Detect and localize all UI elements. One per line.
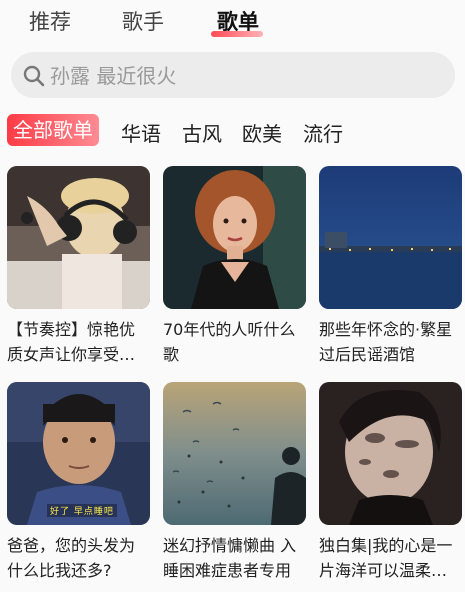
tab-singers[interactable]: 歌手 xyxy=(122,6,164,36)
playlist-card[interactable]: 好了 早点睡吧 爸爸，您的头发为什么比我还多? xyxy=(7,382,150,583)
search-input[interactable] xyxy=(48,52,442,100)
playlist-title: 独白集|我的心是一片海洋可以温柔却澎湃 xyxy=(319,536,453,580)
search-icon xyxy=(23,65,45,87)
playlist-cover xyxy=(319,166,462,309)
playlist-card[interactable]: 独白集|我的心是一片海洋可以温柔却澎湃 xyxy=(319,382,462,583)
playlist-cover: 好了 早点睡吧 xyxy=(7,382,150,525)
category-chinese[interactable]: 华语 xyxy=(121,118,161,147)
playlist-card[interactable]: 【节奏控】惊艳优质女声让你享受一场听觉盛宴 xyxy=(7,166,150,367)
playlist-card[interactable]: 那些年怀念的·繁星过后民谣酒馆 xyxy=(319,166,462,367)
top-tabs: 推荐 歌手 歌单 xyxy=(0,0,465,44)
category-all[interactable]: 全部歌单 xyxy=(7,114,99,146)
playlist-title: 迷幻抒情慵懒曲 入睡困难症患者专用 xyxy=(163,536,297,580)
tab-recommend[interactable]: 推荐 xyxy=(29,6,71,36)
search-bar[interactable] xyxy=(11,52,455,100)
playlist-card[interactable]: 70年代的人听什么歌 xyxy=(163,166,306,367)
playlist-title: 【节奏控】惊艳优质女声让你享受一场听觉盛宴 xyxy=(7,320,136,364)
playlist-cover xyxy=(319,382,462,525)
playlist-cover xyxy=(7,166,150,309)
playlist-title: 70年代的人听什么歌 xyxy=(163,320,296,364)
playlist-title: 那些年怀念的·繁星过后民谣酒馆 xyxy=(319,320,453,364)
category-bar: 全部歌单 华语 古风 欧美 流行 xyxy=(0,112,465,148)
category-pop[interactable]: 流行 xyxy=(303,118,343,147)
category-ancient-style[interactable]: 古风 xyxy=(182,118,222,147)
playlist-card[interactable]: 迷幻抒情慵懒曲 入睡困难症患者专用 xyxy=(163,382,306,583)
cover-caption: 好了 早点睡吧 xyxy=(47,504,117,517)
playlist-cover xyxy=(163,166,306,309)
playlist-cover xyxy=(163,382,306,525)
category-western[interactable]: 欧美 xyxy=(242,118,282,147)
active-tab-indicator xyxy=(211,31,263,37)
playlist-title: 爸爸，您的头发为什么比我还多? xyxy=(7,536,136,580)
